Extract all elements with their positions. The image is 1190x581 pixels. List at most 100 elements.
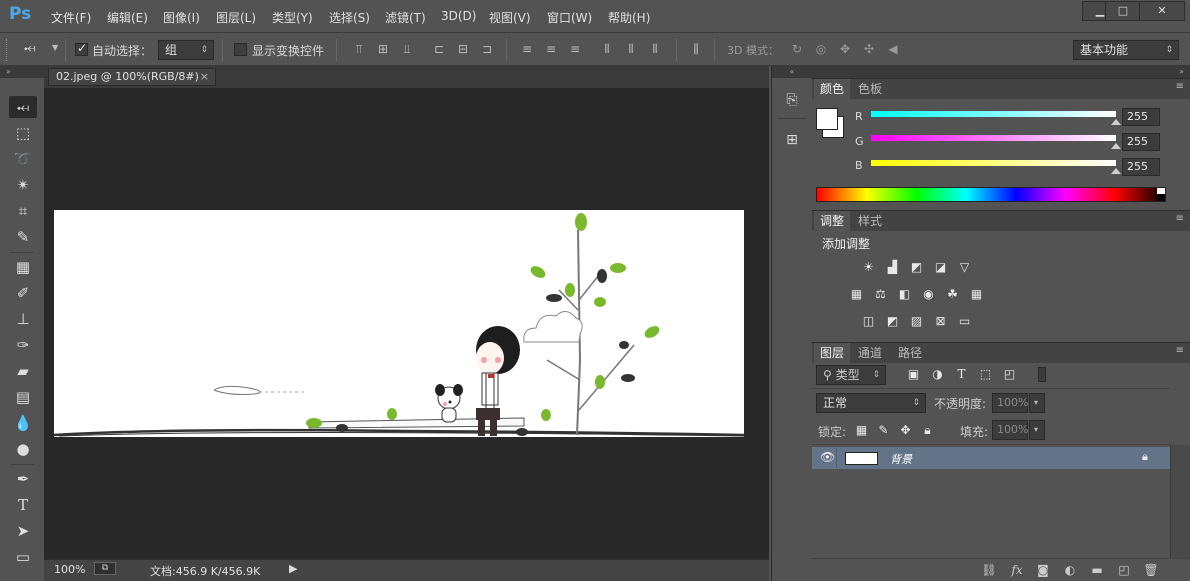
lock-all-icon[interactable]: 🔒︎ xyxy=(919,423,936,438)
gradient-map-icon[interactable]: ▭ xyxy=(956,314,973,329)
blend-mode-dropdown[interactable]: 正常 ⇕ xyxy=(816,393,926,413)
filter-type-icon[interactable]: T xyxy=(953,367,970,382)
color-lookup-icon[interactable]: ▦ xyxy=(968,287,985,302)
tab-swatches[interactable]: 色板 xyxy=(852,79,888,99)
menu-file[interactable]: 文件(F) xyxy=(51,9,91,26)
play-icon[interactable]: ▶ xyxy=(289,562,297,575)
channel-b-thumb[interactable] xyxy=(1111,168,1121,174)
selective-color-icon[interactable]: ⊠ xyxy=(932,314,949,329)
menu-edit[interactable]: 编辑(E) xyxy=(107,9,148,26)
visibility-eye-icon[interactable]: 👁︎ xyxy=(820,450,835,464)
image-canvas[interactable] xyxy=(53,210,745,437)
share-icon[interactable]: ⧉ xyxy=(94,562,116,575)
lasso-tool-icon[interactable]: ➰ xyxy=(9,148,37,170)
pen-tool-icon[interactable]: ✒ xyxy=(9,468,37,490)
fill-dropdown-icon[interactable]: ▾ xyxy=(1029,420,1045,440)
magic-wand-tool-icon[interactable]: ✴ xyxy=(9,174,37,196)
collapse-strip[interactable]: « xyxy=(772,66,812,78)
document-tab[interactable]: 02.jpeg @ 100%(RGB/8#) × xyxy=(48,68,216,86)
channel-mixer-icon[interactable]: ☘ xyxy=(944,287,961,302)
menu-view[interactable]: 视图(V) xyxy=(489,9,531,26)
chevron-down-icon[interactable]: ▼ xyxy=(52,43,58,52)
align-bottom-icon[interactable]: ⫫ xyxy=(400,42,414,56)
delete-layer-icon[interactable]: 🗑︎ xyxy=(1143,563,1159,577)
distribute-right-icon[interactable]: ⦀ xyxy=(648,42,662,56)
panel-menu-icon[interactable]: ≡ xyxy=(1176,81,1184,92)
align-hcenter-icon[interactable]: ⊟ xyxy=(456,42,470,56)
zoom-level[interactable]: 100% xyxy=(54,563,85,576)
layers-scrollbar[interactable] xyxy=(1170,445,1190,558)
auto-align-icon[interactable]: ⫼ xyxy=(689,42,703,56)
channel-r-slider[interactable] xyxy=(871,111,1116,117)
tab-close-icon[interactable]: × xyxy=(200,69,209,85)
brush-tool-icon[interactable]: ✐ xyxy=(9,282,37,304)
tab-layers[interactable]: 图层 xyxy=(814,343,851,363)
maximize-button[interactable]: □ xyxy=(1105,1,1141,21)
channel-g-thumb[interactable] xyxy=(1111,143,1121,149)
distribute-bottom-icon[interactable]: ≡ xyxy=(568,42,582,56)
panel-menu-icon[interactable]: ≡ xyxy=(1176,345,1184,356)
levels-icon[interactable]: ▟ xyxy=(884,260,901,275)
curves-icon[interactable]: ◩ xyxy=(908,260,925,275)
tab-channels[interactable]: 通道 xyxy=(852,343,888,363)
opacity-dropdown-icon[interactable]: ▾ xyxy=(1029,393,1045,413)
align-top-icon[interactable]: ⫪ xyxy=(352,42,366,56)
menu-3d[interactable]: 3D(D) xyxy=(441,9,476,23)
lock-position-icon[interactable]: ✥ xyxy=(897,423,914,438)
menu-type[interactable]: 类型(Y) xyxy=(272,9,313,26)
move-tool-preset-icon[interactable]: ⤟ xyxy=(24,40,35,56)
channel-r-value[interactable]: 255 xyxy=(1122,108,1160,126)
color-spectrum-bar[interactable] xyxy=(816,187,1166,202)
layer-name[interactable]: 背景 xyxy=(890,451,912,467)
panel-collapse-strip[interactable]: » xyxy=(812,66,1190,78)
distribute-vcenter-icon[interactable]: ≡ xyxy=(544,42,558,56)
3d-slide-icon[interactable]: ✣ xyxy=(862,42,876,56)
lock-pixels-icon[interactable]: ✎ xyxy=(875,423,892,438)
eyedropper-tool-icon[interactable]: ✎ xyxy=(9,226,37,248)
black-swatch[interactable] xyxy=(1157,194,1165,201)
vibrance-icon[interactable]: ▽ xyxy=(956,260,973,275)
link-layers-icon[interactable]: ⛓ xyxy=(981,563,997,577)
opacity-field[interactable]: 100% xyxy=(992,393,1028,413)
align-left-icon[interactable]: ⊏ xyxy=(432,42,446,56)
filter-toggle[interactable] xyxy=(1038,367,1046,382)
stamp-tool-icon[interactable]: ⊥ xyxy=(9,308,37,330)
workspace-dropdown[interactable]: 基本功能 ⇕ xyxy=(1073,40,1179,60)
distribute-left-icon[interactable]: ⦀ xyxy=(600,42,614,56)
3d-pan-icon[interactable]: ✥ xyxy=(838,42,852,56)
channel-b-value[interactable]: 255 xyxy=(1122,158,1160,176)
gradient-tool-icon[interactable]: ▤ xyxy=(9,386,37,408)
healing-brush-tool-icon[interactable]: ▦ xyxy=(9,256,37,278)
channel-g-value[interactable]: 255 xyxy=(1122,133,1160,151)
fill-field[interactable]: 100% xyxy=(992,420,1028,440)
threshold-icon[interactable]: ▨ xyxy=(908,314,925,329)
3d-scale-icon[interactable]: ◀ xyxy=(886,42,900,56)
layer-style-icon[interactable]: fx xyxy=(1009,563,1025,577)
layer-filter-dropdown[interactable]: ⚲ 类型 ⇕ xyxy=(816,365,886,385)
3d-roll-icon[interactable]: ◎ xyxy=(814,42,828,56)
menu-layer[interactable]: 图层(L) xyxy=(216,9,256,26)
new-fill-adjustment-icon[interactable]: ◐ xyxy=(1062,563,1078,577)
blur-tool-icon[interactable]: 💧 xyxy=(9,412,37,434)
brightness-contrast-icon[interactable]: ☀ xyxy=(860,260,877,275)
auto-select-checkbox[interactable]: ✓ xyxy=(75,41,88,56)
align-vcenter-icon[interactable]: ⊞ xyxy=(376,42,390,56)
posterize-icon[interactable]: ◩ xyxy=(884,314,901,329)
rectangle-tool-icon[interactable]: ▭ xyxy=(9,546,37,568)
path-selection-tool-icon[interactable]: ➤ xyxy=(9,520,37,542)
menu-select[interactable]: 选择(S) xyxy=(329,9,370,26)
align-right-icon[interactable]: ⊐ xyxy=(480,42,494,56)
crop-tool-icon[interactable]: ⌗ xyxy=(9,200,37,222)
menu-image[interactable]: 图像(I) xyxy=(163,9,200,26)
tab-adjustments[interactable]: 调整 xyxy=(814,211,851,231)
properties-panel-icon[interactable]: ⊞ xyxy=(780,128,804,152)
show-transform-checkbox[interactable] xyxy=(234,43,247,56)
menu-filter[interactable]: 滤镜(T) xyxy=(385,9,426,26)
marquee-tool-icon[interactable]: ⬚ xyxy=(9,122,37,144)
invert-icon[interactable]: ◫ xyxy=(860,314,877,329)
color-balance-icon[interactable]: ⚖ xyxy=(872,287,889,302)
filter-adjustment-icon[interactable]: ◑ xyxy=(929,367,946,382)
filter-pixel-icon[interactable]: ▣ xyxy=(905,367,922,382)
foreground-color-swatch[interactable] xyxy=(816,108,838,130)
panel-menu-icon[interactable]: ≡ xyxy=(1176,213,1184,224)
